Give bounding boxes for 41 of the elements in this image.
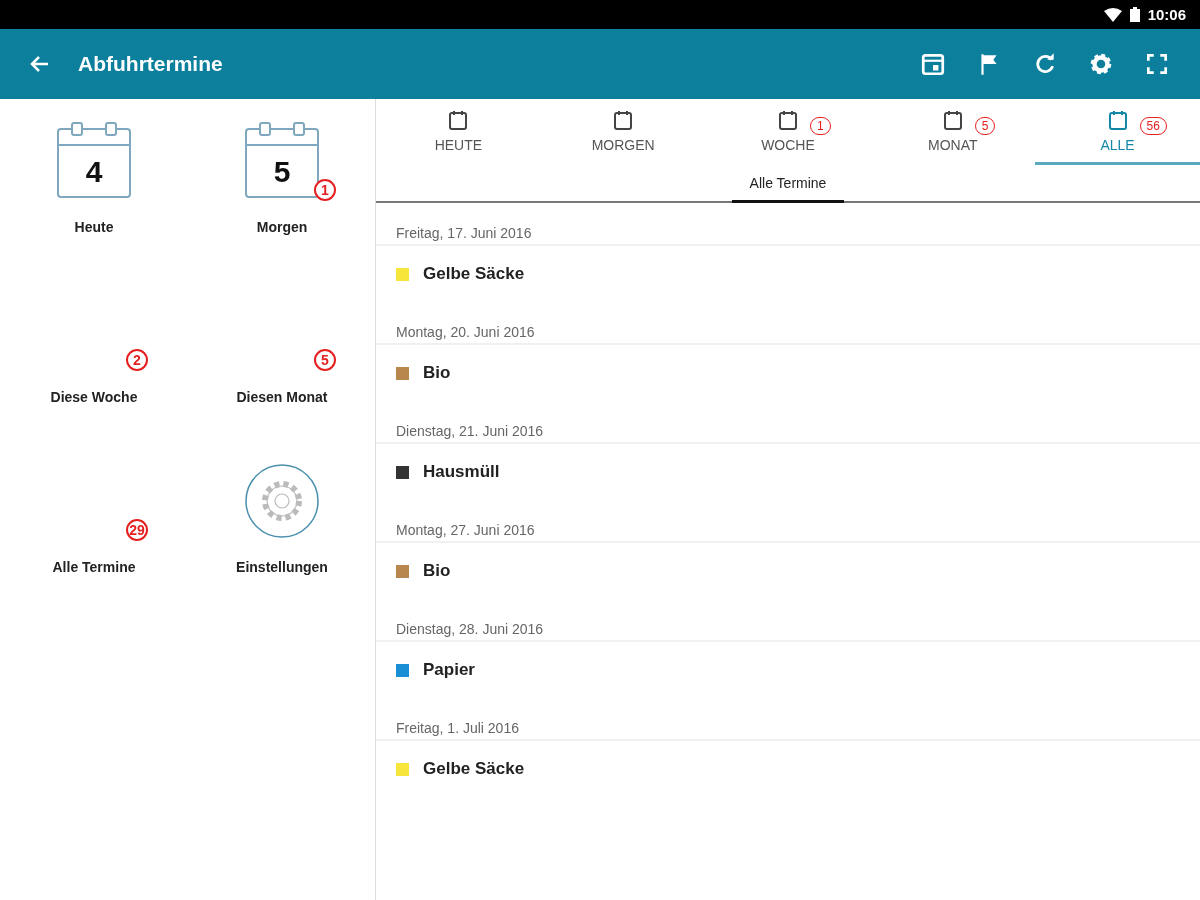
calendar-icon [1106,108,1129,131]
tab[interactable]: HEUTE [376,99,541,165]
tab[interactable]: WOCHE 1 [705,99,871,165]
date-header: Freitag, 17. Juni 2016 [376,203,1200,246]
calendar-icon [777,108,799,131]
tile-label[interactable]: Einstellungen [236,559,328,575]
calendar-icon [447,108,470,131]
date-header: Montag, 27. Juni 2016 [376,500,1200,543]
entry-name[interactable]: Papier [423,660,475,680]
count-badge: 5 [314,349,336,371]
date-header: Dienstag, 28. Juni 2016 [376,599,1200,642]
entry-name[interactable]: Gelbe Säcke [423,759,525,779]
sub-tab[interactable]: Alle Termine [731,165,845,203]
calendar-icon [612,108,635,131]
tab[interactable]: ALLE 56 [1035,99,1200,165]
app-title: Abfuhrtermine [78,52,224,76]
date-header: Montag, 20. Juni 2016 [376,302,1200,345]
entry-name[interactable]: Hausmüll [423,462,500,482]
tile-label[interactable]: Heute [74,219,114,235]
tile-label[interactable]: Diese Woche [50,389,138,405]
count-badge: 29 [126,519,148,541]
wifi-icon [1103,7,1122,22]
settings-icon[interactable] [1088,51,1114,77]
tab[interactable]: MORGEN [540,99,706,165]
calendar-icon[interactable] [920,51,946,77]
battery-icon [1129,7,1140,22]
entry-name[interactable]: Bio [423,363,451,383]
tab[interactable]: MONAT 5 [870,99,1036,165]
entry-name[interactable]: Bio [423,561,451,581]
tile-label[interactable]: Diesen Monat [236,389,328,405]
entry-name[interactable]: Gelbe Säcke [423,264,525,284]
settings-icon[interactable] [242,461,322,541]
calendar-icon [941,108,964,131]
clock-time: 10:06 [1147,6,1186,23]
date-header: Dienstag, 21. Juni 2016 [376,401,1200,444]
count-badge: 2 [126,349,148,371]
fullscreen-icon[interactable] [1144,51,1170,77]
tile-label[interactable]: Alle Termine [52,559,136,575]
tile-label[interactable]: Morgen [256,219,308,235]
count-badge: 1 [314,179,336,201]
date-header: Freitag, 1. Juli 2016 [376,698,1200,741]
